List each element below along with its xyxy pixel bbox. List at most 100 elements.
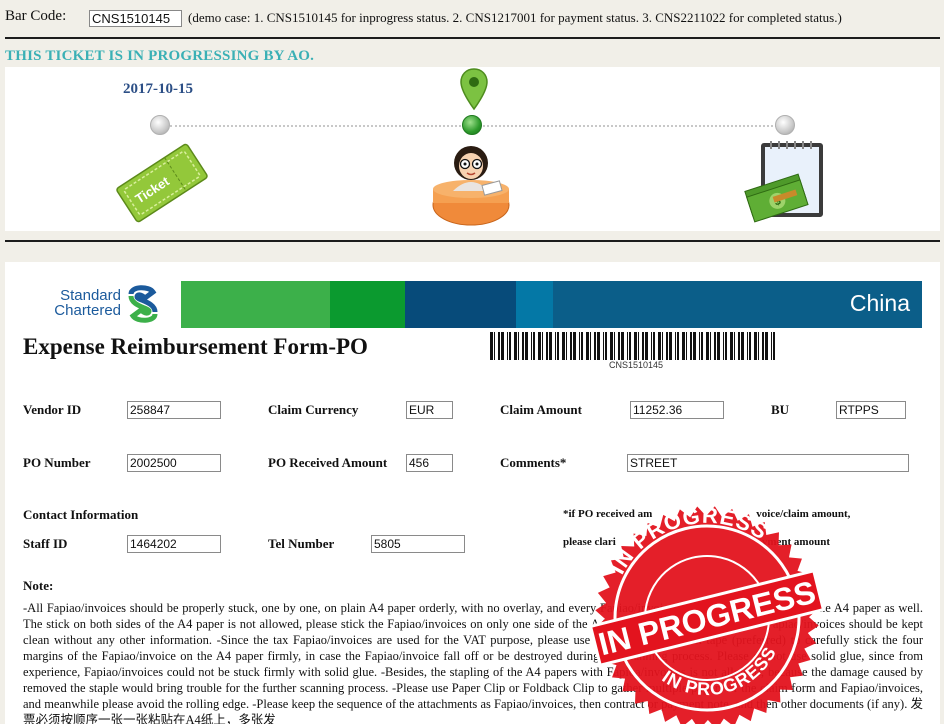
barcode-bar bbox=[658, 332, 661, 360]
brand-bar-segment bbox=[405, 281, 516, 328]
barcode-bar bbox=[573, 332, 576, 360]
barcode-bar bbox=[621, 332, 624, 360]
barcode-bar bbox=[533, 332, 535, 360]
barcode-bar bbox=[669, 332, 672, 360]
brand-country: China bbox=[849, 290, 910, 316]
barcode-bar bbox=[714, 332, 716, 360]
barcode-bar bbox=[738, 332, 740, 360]
barcode-bar bbox=[538, 332, 541, 360]
barcode-bar bbox=[557, 332, 559, 360]
barcode-bar bbox=[747, 332, 748, 360]
staff-id-label: Staff ID bbox=[23, 536, 68, 551]
barcode-bar bbox=[627, 332, 628, 360]
vendor-id-field[interactable] bbox=[127, 401, 221, 419]
payment-money-icon: $ bbox=[744, 141, 823, 223]
comments-label: Comments* bbox=[500, 455, 567, 470]
barcode-bar bbox=[605, 332, 607, 360]
barcode-bar bbox=[542, 332, 543, 360]
claim-currency-label: Claim Currency bbox=[268, 402, 359, 417]
barcode-bar bbox=[638, 332, 639, 360]
barcode-search-row: Bar Code: (demo case: 1. CNS1510145 for … bbox=[0, 0, 944, 36]
ticket-icon: Ticket bbox=[116, 143, 208, 223]
barcode-bar bbox=[773, 332, 775, 360]
logo-line2: Chartered bbox=[54, 302, 121, 319]
barcode-bar bbox=[509, 332, 511, 360]
timeline-node-ticket bbox=[150, 115, 170, 135]
barcode-bar bbox=[566, 332, 567, 360]
timeline-node-current bbox=[462, 115, 482, 135]
barcode-bar bbox=[690, 332, 692, 360]
barcode-bar bbox=[603, 332, 604, 360]
ticket-status-message: THIS TICKET IS IN PROGRESSING BY AO. bbox=[5, 48, 315, 64]
barcode-bar bbox=[507, 332, 508, 360]
barcode-bar bbox=[594, 332, 596, 360]
bu-field[interactable] bbox=[836, 401, 906, 419]
brand-color-bar: China bbox=[181, 281, 922, 328]
barcode-bar bbox=[725, 332, 727, 360]
barcode-bar bbox=[614, 332, 615, 360]
contact-information-heading: Contact Information bbox=[23, 507, 139, 522]
barcode-bar bbox=[634, 332, 637, 360]
barcode-bar bbox=[586, 332, 589, 360]
barcode-label: Bar Code: bbox=[5, 8, 67, 24]
location-pin-icon bbox=[460, 68, 488, 111]
barcode-bar bbox=[765, 332, 768, 360]
barcode-bar bbox=[531, 332, 532, 360]
barcode-bar bbox=[754, 332, 757, 360]
staff-id-field[interactable] bbox=[127, 535, 221, 553]
claim-currency-field[interactable] bbox=[406, 401, 453, 419]
barcode-bar bbox=[686, 332, 687, 360]
barcode-bar bbox=[758, 332, 759, 360]
tel-number-field[interactable] bbox=[371, 535, 465, 553]
barcode-bar bbox=[579, 332, 580, 360]
standard-chartered-logo: Standard Chartered bbox=[37, 284, 167, 324]
in-progress-stamp: IN PROGRESS IN PROGRESS IN PROGRESS bbox=[588, 500, 826, 724]
barcode-bar bbox=[699, 332, 700, 360]
po-number-label: PO Number bbox=[23, 455, 91, 470]
barcode-bar bbox=[581, 332, 583, 360]
po-received-amount-field[interactable] bbox=[406, 454, 453, 472]
barcode-bar bbox=[662, 332, 663, 360]
barcode-bar bbox=[706, 332, 709, 360]
barcode-bar bbox=[675, 332, 676, 360]
barcode-bar bbox=[710, 332, 711, 360]
timeline-date: 2017-10-15 bbox=[123, 81, 193, 97]
divider bbox=[5, 240, 940, 242]
barcode-bar bbox=[642, 332, 644, 360]
bu-label: BU bbox=[771, 402, 790, 417]
barcode-bar bbox=[645, 332, 648, 360]
divider bbox=[5, 37, 940, 39]
barcode-bar bbox=[741, 332, 744, 360]
barcode-bar bbox=[490, 332, 493, 360]
claim-amount-label: Claim Amount bbox=[500, 402, 582, 417]
barcode-bar bbox=[677, 332, 679, 360]
standard-chartered-mark-icon bbox=[128, 285, 158, 323]
barcode-bar bbox=[651, 332, 652, 360]
brand-bar-segment bbox=[330, 281, 405, 328]
barcode-bar bbox=[546, 332, 548, 360]
barcode-bar bbox=[525, 332, 528, 360]
barcode-bar bbox=[693, 332, 696, 360]
tel-number-label: Tel Number bbox=[268, 536, 335, 551]
comments-field[interactable] bbox=[627, 454, 909, 472]
barcode-bar bbox=[734, 332, 735, 360]
barcode-bar bbox=[562, 332, 565, 360]
barcode-image bbox=[490, 332, 775, 360]
barcode-bar bbox=[570, 332, 572, 360]
barcode-bar bbox=[514, 332, 517, 360]
barcode-bar bbox=[501, 332, 504, 360]
barcode-input[interactable] bbox=[89, 10, 182, 27]
barcode-bar bbox=[522, 332, 524, 360]
po-received-amount-label: PO Received Amount bbox=[268, 455, 388, 470]
barcode-bar bbox=[555, 332, 556, 360]
barcode-bar bbox=[762, 332, 764, 360]
barcode-bar bbox=[590, 332, 591, 360]
barcode-bar bbox=[618, 332, 620, 360]
note-title: Note: bbox=[23, 578, 54, 593]
claim-amount-field[interactable] bbox=[630, 401, 724, 419]
po-number-field[interactable] bbox=[127, 454, 221, 472]
barcode-bar bbox=[653, 332, 655, 360]
barcode-bar bbox=[549, 332, 552, 360]
barcode-demo-hint: (demo case: 1. CNS1510145 for inprogress… bbox=[188, 10, 842, 25]
barcode-bar bbox=[666, 332, 668, 360]
